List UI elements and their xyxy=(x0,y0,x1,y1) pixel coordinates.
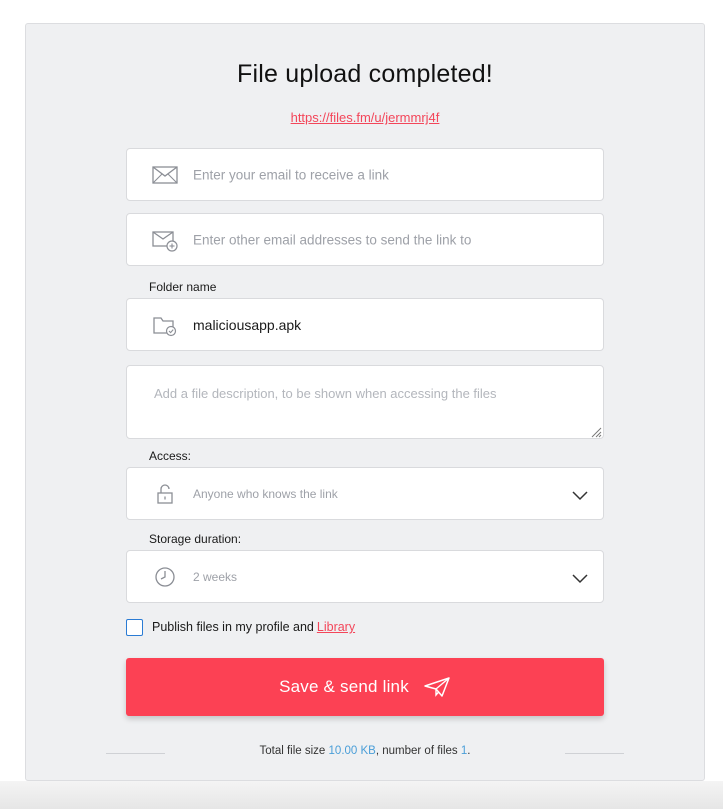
chevron-down-icon[interactable] xyxy=(571,571,589,583)
page-title: File upload completed! xyxy=(237,60,493,88)
chevron-down-icon[interactable] xyxy=(571,488,589,500)
access-value: Anyone who knows the link xyxy=(193,486,338,501)
email-placeholder: Enter your email to receive a link xyxy=(193,167,389,182)
storage-duration-label: Storage duration: xyxy=(149,532,242,546)
summary-middle: , number of files xyxy=(375,745,461,757)
clock-icon xyxy=(151,565,179,589)
folder-name-field[interactable]: maliciousapp.apk xyxy=(126,298,604,351)
save-send-link-button[interactable]: Save & send link xyxy=(126,658,604,716)
access-label: Access: xyxy=(149,449,192,463)
upload-complete-card: File upload completed! https://files.fm/… xyxy=(25,23,705,781)
storage-duration-select[interactable]: 2 weeks xyxy=(126,550,604,603)
unlock-icon xyxy=(151,482,179,506)
folder-check-icon xyxy=(151,313,179,337)
paper-plane-icon xyxy=(423,676,451,698)
email-field[interactable]: Enter your email to receive a link xyxy=(126,148,604,201)
publish-label: Publish files in my profile and xyxy=(152,620,314,634)
share-link[interactable]: https://files.fm/u/jermmrj4f xyxy=(26,110,704,125)
library-link[interactable]: Library xyxy=(317,620,355,634)
description-placeholder: Add a file description, to be shown when… xyxy=(154,386,497,401)
resize-handle-icon[interactable] xyxy=(590,425,602,438)
other-emails-placeholder: Enter other email addresses to send the … xyxy=(193,232,472,247)
summary-prefix: Total file size xyxy=(259,745,329,757)
envelope-icon xyxy=(151,163,179,187)
save-button-label: Save & send link xyxy=(279,677,409,696)
description-textarea[interactable]: Add a file description, to be shown when… xyxy=(126,365,604,439)
envelope-plus-icon xyxy=(151,228,179,252)
folder-name-label: Folder name xyxy=(149,280,217,294)
storage-duration-value: 2 weeks xyxy=(193,569,238,584)
total-size-value: 10.00 KB xyxy=(328,745,376,757)
access-select[interactable]: Anyone who knows the link xyxy=(126,467,604,520)
publish-option: Publish files in my profile and Library xyxy=(126,618,355,636)
total-size-summary: Total file size 10.00 KB, number of file… xyxy=(26,745,704,757)
bottom-bar xyxy=(0,781,723,809)
summary-suffix: . xyxy=(467,745,471,757)
other-emails-field[interactable]: Enter other email addresses to send the … xyxy=(126,213,604,266)
publish-checkbox[interactable] xyxy=(126,618,143,636)
folder-name-value: maliciousapp.apk xyxy=(193,316,302,333)
